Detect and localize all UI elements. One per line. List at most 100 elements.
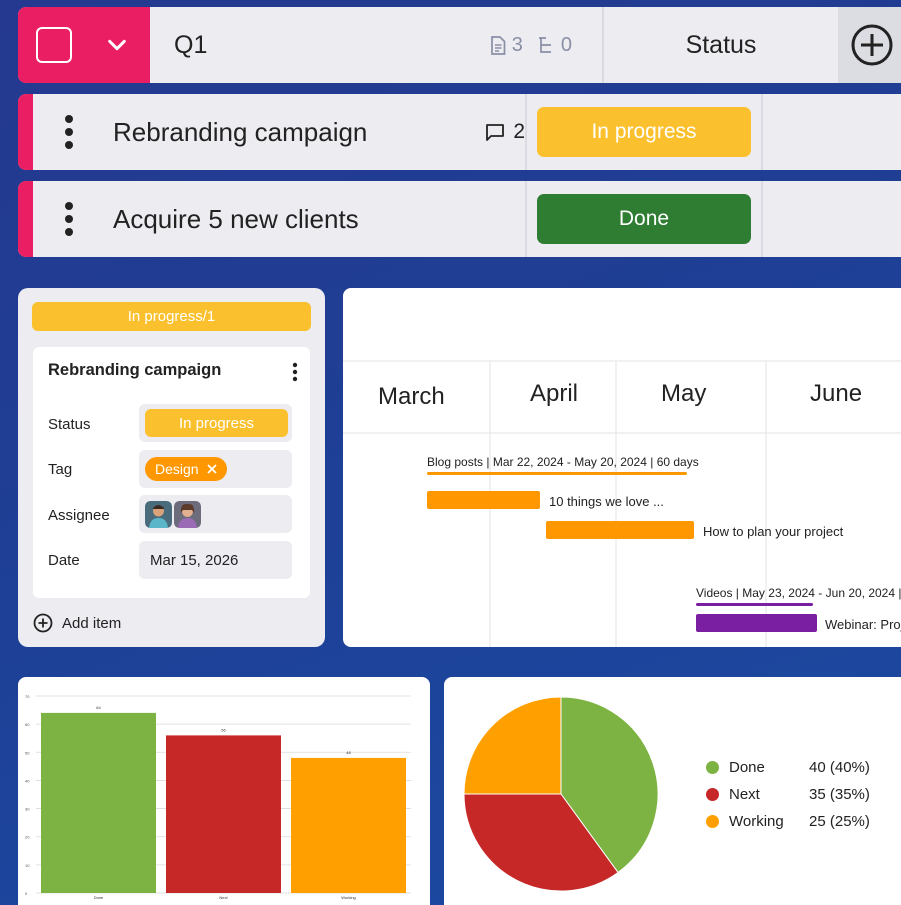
group-title: Q1 xyxy=(174,30,208,59)
bar-value-label: 48 xyxy=(346,750,351,755)
assignee-field[interactable] xyxy=(139,495,292,533)
tag-label: Tag xyxy=(48,461,73,478)
row-menu-kebab-icon[interactable] xyxy=(33,94,105,170)
legend-value: 40 (40%) xyxy=(809,759,870,776)
group-meta: 3 0 xyxy=(490,7,572,83)
gantt-group-line[interactable] xyxy=(427,472,687,475)
bar[interactable] xyxy=(166,735,281,893)
y-tick-label: 60 xyxy=(25,722,30,727)
bar[interactable] xyxy=(291,757,406,893)
legend-value: 25 (25%) xyxy=(809,813,870,830)
status-column-header[interactable]: Status xyxy=(602,7,838,83)
status-cell[interactable]: Done xyxy=(525,181,761,257)
tag-chip-label: Design xyxy=(155,461,199,477)
legend-label: Done xyxy=(729,759,765,776)
gantt-group-label: Videos | May 23, 2024 - Jun 20, 2024 | 3 xyxy=(696,586,901,600)
row-color-stripe xyxy=(18,181,33,257)
legend-item-next[interactable]: Next 35 (35%) xyxy=(706,786,870,803)
y-tick-label: 0 xyxy=(25,891,28,896)
table-row[interactable]: Rebranding campaign 2 In progress xyxy=(18,94,901,170)
kanban-column-header[interactable]: In progress/1 xyxy=(32,302,311,331)
comment-icon xyxy=(486,123,505,141)
subitems-count-value: 0 xyxy=(560,33,572,56)
bar[interactable] xyxy=(41,712,156,893)
gantt-group-line[interactable] xyxy=(696,603,813,606)
date-value: Mar 15, 2026 xyxy=(150,551,239,569)
item-title-cell[interactable]: Rebranding campaign 2 xyxy=(105,94,525,170)
group-header-accent xyxy=(18,7,150,83)
legend-label: Working xyxy=(729,813,784,830)
group-header-row: Q1 3 0 Status xyxy=(18,7,901,83)
group-title-cell[interactable]: Q1 3 0 xyxy=(150,7,602,83)
status-pill[interactable]: Done xyxy=(537,194,751,244)
select-all-checkbox[interactable] xyxy=(36,27,72,63)
x-tick-label: Done xyxy=(94,895,104,900)
chevron-down-icon[interactable] xyxy=(106,34,128,56)
subitems-count[interactable]: 0 xyxy=(537,34,572,57)
table-row[interactable]: Acquire 5 new clients Done xyxy=(18,181,901,257)
row-menu-kebab-icon[interactable] xyxy=(33,181,105,257)
pie-chart-panel: Done 40 (40%) Next 35 (35%) Working 25 (… xyxy=(444,677,901,905)
y-tick-label: 30 xyxy=(25,807,30,812)
status-pill[interactable]: In progress xyxy=(145,409,288,437)
status-pill[interactable]: In progress xyxy=(537,107,751,157)
legend-dot-icon xyxy=(706,761,719,774)
legend-item-done[interactable]: Done 40 (40%) xyxy=(706,759,870,776)
tag-field[interactable]: Design xyxy=(139,450,292,488)
tag-chip[interactable]: Design xyxy=(145,457,227,481)
assignee-label: Assignee xyxy=(48,507,110,524)
month-header-march: March xyxy=(378,383,445,410)
gantt-task-label: Webinar: Proj xyxy=(825,617,901,632)
gantt-group-label: Blog posts | Mar 22, 2024 - May 20, 2024… xyxy=(427,455,699,469)
bar-chart-panel: 0 10 20 30 40 50 60 70 64 Done 56 Next 48 Working xyxy=(18,677,430,905)
row-empty-cell xyxy=(761,94,901,170)
document-icon xyxy=(490,35,506,55)
legend-label: Next xyxy=(729,786,760,803)
gantt-task-bar[interactable] xyxy=(427,491,540,509)
add-column-plus-icon[interactable] xyxy=(850,23,894,67)
y-tick-label: 70 xyxy=(25,694,30,699)
legend-value: 35 (35%) xyxy=(809,786,870,803)
status-label: Status xyxy=(48,416,91,433)
month-header-june: June xyxy=(810,380,863,407)
docs-count[interactable]: 3 xyxy=(490,34,523,57)
date-field[interactable]: Mar 15, 2026 xyxy=(139,541,292,579)
card-menu-kebab-icon[interactable] xyxy=(292,362,298,382)
pie-chart xyxy=(463,696,659,892)
row-empty-cell xyxy=(761,181,901,257)
item-comments[interactable]: 2 xyxy=(485,94,525,170)
month-header-april: April xyxy=(530,380,579,407)
legend-item-working[interactable]: Working 25 (25%) xyxy=(706,813,870,830)
status-cell[interactable]: In progress xyxy=(525,94,761,170)
y-tick-label: 20 xyxy=(25,835,30,840)
date-label: Date xyxy=(48,552,80,569)
x-tick-label: Next xyxy=(219,895,228,900)
y-tick-label: 10 xyxy=(25,863,30,868)
gantt-task-bar[interactable] xyxy=(696,614,817,632)
bar-value-label: 56 xyxy=(221,727,226,732)
item-title-cell[interactable]: Acquire 5 new clients xyxy=(105,181,525,257)
comment-count: 2 xyxy=(513,120,525,143)
avatar[interactable] xyxy=(174,500,201,528)
remove-tag-close-icon[interactable] xyxy=(206,464,217,474)
gantt-task-bar[interactable] xyxy=(546,521,694,539)
pie-slice[interactable] xyxy=(463,696,562,795)
kanban-card[interactable]: Rebranding campaign Status In progress T… xyxy=(33,347,310,598)
y-tick-label: 40 xyxy=(25,778,30,783)
item-title: Acquire 5 new clients xyxy=(113,203,359,234)
item-title: Rebranding campaign xyxy=(113,116,368,147)
row-color-stripe xyxy=(18,94,33,170)
bar-value-label: 64 xyxy=(96,705,101,710)
docs-count-value: 3 xyxy=(511,33,523,56)
add-circle-plus-icon xyxy=(33,613,53,633)
month-header-may: May xyxy=(661,380,707,407)
gantt-chart: March April May June Blog posts | Mar 22… xyxy=(343,288,901,647)
kanban-column: In progress/1 Rebranding campaign Status… xyxy=(18,288,325,647)
legend-dot-icon xyxy=(706,788,719,801)
gantt-task-label: 10 things we love ... xyxy=(549,494,664,509)
avatar[interactable] xyxy=(145,500,172,528)
add-item-button[interactable]: Add item xyxy=(33,613,121,633)
status-field[interactable]: In progress xyxy=(139,404,292,442)
add-item-label: Add item xyxy=(62,614,122,632)
add-column-area xyxy=(838,7,901,83)
